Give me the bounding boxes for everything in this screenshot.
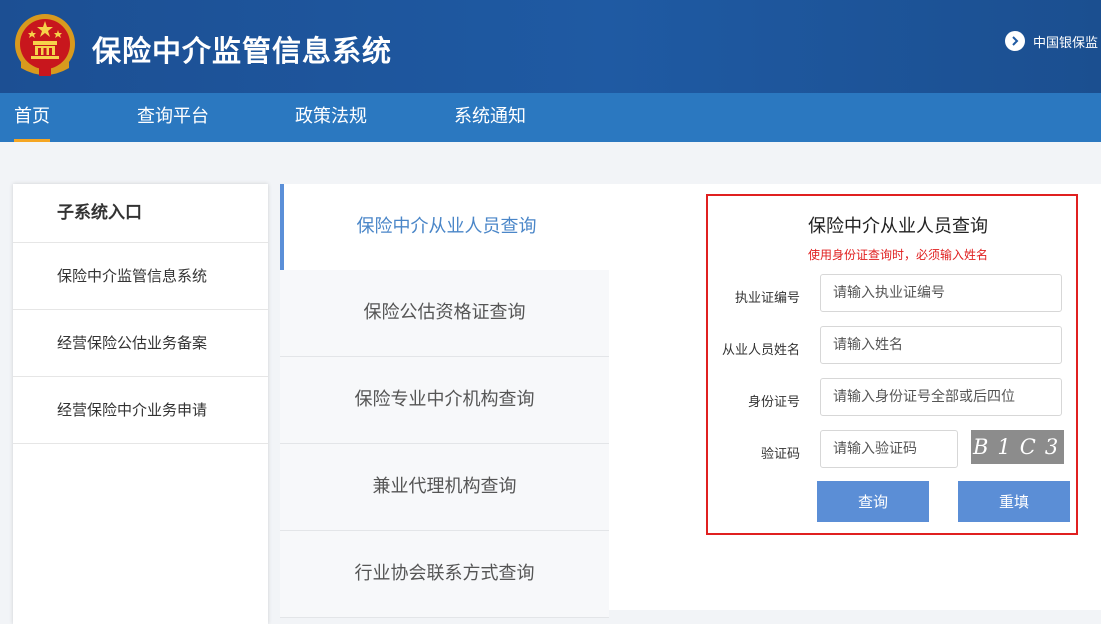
form-warning: 使用身份证查询时，必须输入姓名 <box>807 248 988 262</box>
license-number-label: 执业证编号 <box>734 291 800 306</box>
regulator-link[interactable]: 中国银保监 <box>1005 31 1098 51</box>
main-nav: 首页 查询平台 政策法规 系统通知 <box>0 93 1101 142</box>
nav-item-policy[interactable]: 政策法规 <box>295 93 367 142</box>
regulator-link-label: 中国银保监 <box>1033 35 1099 51</box>
practitioner-name-label: 从业人员姓名 <box>721 343 800 358</box>
tab-assessor-certificate-query[interactable]: 保险公估资格证查询 <box>280 270 609 357</box>
tab-intermediary-agency-query[interactable]: 保险专业中介机构查询 <box>280 357 609 444</box>
nav-item-home[interactable]: 首页 <box>14 93 50 142</box>
tab-practitioner-query[interactable]: 保险中介从业人员查询 <box>280 184 609 270</box>
id-number-input[interactable] <box>820 378 1062 416</box>
captcha-image[interactable]: B1C3 <box>971 430 1064 464</box>
captcha-label: 验证码 <box>760 447 800 462</box>
nav-item-notices[interactable]: 系统通知 <box>454 93 526 142</box>
sidebar-title: 子系统入口 <box>13 184 268 243</box>
national-emblem-icon <box>15 14 75 76</box>
practitioner-query-form: 保险中介从业人员查询 使用身份证查询时，必须输入姓名 执业证编号 从业人员姓名 … <box>706 194 1078 535</box>
nav-item-query-platform[interactable]: 查询平台 <box>137 93 209 142</box>
sidebar-item-supervision-system[interactable]: 保险中介监管信息系统 <box>13 243 268 310</box>
practitioner-name-input[interactable] <box>820 326 1062 364</box>
license-number-input[interactable] <box>820 274 1062 312</box>
captcha-input[interactable] <box>820 430 958 468</box>
query-tabs: 保险中介从业人员查询 保险公估资格证查询 保险专业中介机构查询 兼业代理机构查询… <box>280 184 609 618</box>
sidebar-item-assessment-filing[interactable]: 经营保险公估业务备案 <box>13 310 268 377</box>
tab-part-time-agency-query[interactable]: 兼业代理机构查询 <box>280 444 609 531</box>
subsystem-sidebar: 子系统入口 保险中介监管信息系统 经营保险公估业务备案 经营保险中介业务申请 <box>13 184 268 624</box>
id-number-label: 身份证号 <box>747 395 800 410</box>
sidebar-item-intermediary-application[interactable]: 经营保险中介业务申请 <box>13 377 268 444</box>
site-title: 保险中介监管信息系统 <box>92 34 393 68</box>
query-button[interactable]: 查询 <box>817 481 929 522</box>
site-header: 保险中介监管信息系统 中国银保监 <box>0 0 1101 93</box>
tab-association-contact-query[interactable]: 行业协会联系方式查询 <box>280 531 609 618</box>
form-title: 保险中介从业人员查询 <box>808 216 988 237</box>
reset-button[interactable]: 重填 <box>958 481 1070 522</box>
chevron-right-icon <box>1005 31 1025 51</box>
